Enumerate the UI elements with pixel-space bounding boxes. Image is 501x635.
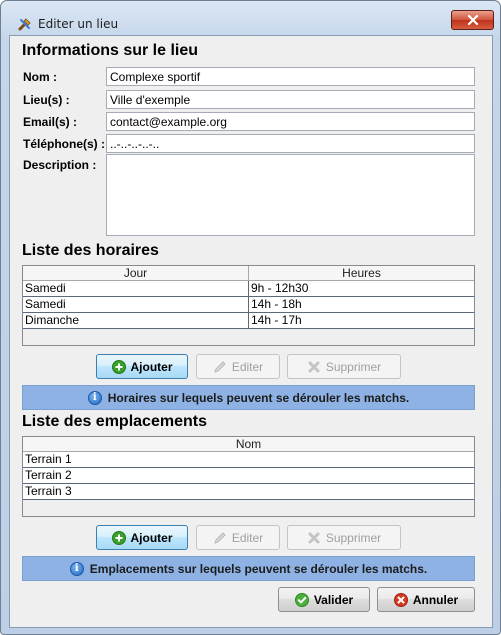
x-icon [308,532,320,543]
emplacements-delete-button[interactable]: Supprimer [287,525,401,550]
emplacements-info-bar: i Emplacements sur lequels peuvent se dé… [22,556,475,581]
info-icon: i [87,390,102,405]
table-cell: Terrain 3 [25,484,72,498]
x-icon [308,361,320,372]
table-cell: 9h - 12h30 [248,281,474,296]
table-cell: 14h - 18h [248,297,474,312]
horaires-info-text: Horaires sur lequels peuvent se dérouler… [107,390,410,405]
table-cell: Terrain 2 [25,468,72,482]
table-row[interactable]: Terrain 3 [23,484,474,500]
delete-button-label: Supprimer [325,359,382,374]
emplacements-table-header: Nom [23,437,474,452]
window-title: Editer un lieu [38,17,119,31]
horaires-delete-button[interactable]: Supprimer [287,354,401,379]
column-header-heures[interactable]: Heures [248,266,474,280]
table-row[interactable]: Terrain 1 [23,452,474,468]
close-icon [467,15,478,25]
lieu-field[interactable]: Ville d'exemple [106,90,475,109]
x-circle-icon [393,592,408,607]
horaires-table[interactable]: Jour Heures Samedi 9h - 12h30 Samedi 14h… [22,265,475,346]
description-textarea[interactable] [106,154,475,236]
table-cell: Samedi [25,281,66,295]
info-section-title: Informations sur le lieu [22,42,199,59]
horaires-section-title: Liste des horaires [22,242,159,259]
table-row[interactable]: Samedi 14h - 18h [23,297,474,313]
table-cell: Samedi [25,297,66,311]
table-cell: 14h - 17h [248,313,474,328]
edit-button-label: Editer [231,359,264,374]
add-button-label: Ajouter [130,359,173,374]
info-icon: i [69,561,84,576]
plus-circle-icon [111,530,126,545]
column-header-jour[interactable]: Jour [23,266,248,280]
nom-field[interactable]: Complexe sportif [106,67,475,86]
horaires-add-button[interactable]: Ajouter [96,354,188,379]
pencil-icon [214,360,226,373]
email-label: Email(s) : [23,115,78,129]
cancel-button[interactable]: Annuler [377,587,475,612]
telephone-field[interactable]: ..-..-..-..-.. [106,134,475,153]
emplacements-add-button[interactable]: Ajouter [96,525,188,550]
tools-icon [18,18,31,31]
emplacements-info-text: Emplacements sur lequels peuvent se déro… [89,561,428,576]
check-circle-icon [294,592,309,607]
column-header-nom[interactable]: Nom [23,437,474,451]
plus-circle-icon [111,359,126,374]
dialog-window: Editer un lieu Informations sur le lieu … [0,0,501,635]
emplacements-table[interactable]: Nom Terrain 1 Terrain 2 Terrain 3 [22,436,475,517]
validate-button-label: Valider [313,592,354,607]
telephone-label: Téléphone(s) : [23,137,106,151]
nom-label: Nom : [23,70,57,84]
emplacements-edit-button[interactable]: Editer [196,525,280,550]
table-cell: Terrain 1 [25,452,72,466]
email-field[interactable]: contact@example.org [106,112,475,131]
horaires-edit-button[interactable]: Editer [196,354,280,379]
dialog-content: Informations sur le lieu Nom : Complexe … [9,35,493,628]
table-cell: Dimanche [25,313,80,327]
horaires-table-header: Jour Heures [23,266,474,281]
table-row[interactable]: Samedi 9h - 12h30 [23,281,474,297]
window-close-button[interactable] [451,10,494,30]
edit-button-label: Editer [231,530,264,545]
validate-button[interactable]: Valider [278,587,370,612]
table-row[interactable]: Terrain 2 [23,468,474,484]
horaires-info-bar: i Horaires sur lequels peuvent se déroul… [22,385,475,410]
table-row[interactable]: Dimanche 14h - 17h [23,313,474,329]
lieu-label: Lieu(s) : [23,93,70,107]
add-button-label: Ajouter [130,530,173,545]
pencil-icon [214,531,226,544]
cancel-button-label: Annuler [412,592,459,607]
description-label: Description : [23,158,97,172]
delete-button-label: Supprimer [325,530,382,545]
emplacements-section-title: Liste des emplacements [22,413,207,430]
